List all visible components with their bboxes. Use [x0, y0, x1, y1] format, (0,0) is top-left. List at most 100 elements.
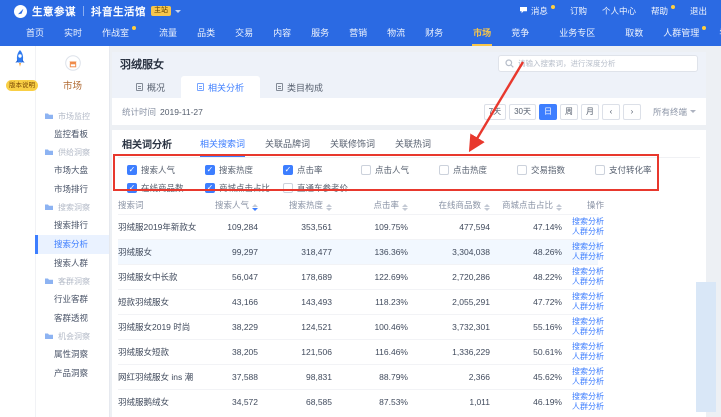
column-header-商城点击占比[interactable]: 商城点击占比: [490, 199, 562, 211]
nav-item-作战室[interactable]: 作战室: [92, 22, 139, 46]
action-link-人群分析[interactable]: 人群分析: [568, 352, 604, 362]
column-header-点击率[interactable]: 点击率: [332, 199, 408, 211]
sort-icon[interactable]: [556, 204, 562, 211]
version-badge[interactable]: 版本说明: [6, 80, 38, 91]
nav-item-营销[interactable]: 营销: [339, 22, 377, 46]
checkbox-商城点击占比[interactable]: ✓商城点击占比: [205, 182, 283, 194]
nav-item-业务专区[interactable]: 业务专区: [549, 22, 605, 46]
sidebar-item-市场大盘[interactable]: 市场大盘: [36, 161, 109, 180]
nav-item-物流[interactable]: 物流: [377, 22, 415, 46]
action-link-人群分析[interactable]: 人群分析: [568, 327, 604, 337]
action-link-人群分析[interactable]: 人群分析: [568, 227, 604, 237]
action-link-搜索分析[interactable]: 搜索分析: [568, 292, 604, 302]
checkbox-直通车参考价[interactable]: 直通车参考价: [283, 182, 361, 194]
checkbox-unchecked-icon[interactable]: [517, 165, 527, 175]
terminal-filter-dropdown[interactable]: 所有终端: [653, 106, 696, 118]
action-link-搜索分析[interactable]: 搜索分析: [568, 342, 604, 352]
action-link-人群分析[interactable]: 人群分析: [568, 252, 604, 262]
sidebar-item-搜索分析[interactable]: 搜索分析: [36, 235, 109, 254]
action-link-搜索分析[interactable]: 搜索分析: [568, 242, 604, 252]
action-link-人群分析[interactable]: 人群分析: [568, 402, 604, 412]
header-link-消息[interactable]: 消息: [519, 5, 555, 17]
nav-item-市场[interactable]: 市场: [463, 22, 501, 46]
table-row[interactable]: 羽绒服2019年新款女109,284353,561109.75%477,5944…: [118, 214, 598, 239]
table-row[interactable]: 网红羽绒服女 ins 潮37,58898,83188.79%2,36645.62…: [118, 364, 598, 389]
nav-item-流量[interactable]: 流量: [149, 22, 187, 46]
range-button-周[interactable]: 周: [560, 104, 578, 120]
column-header-在线商品数[interactable]: 在线商品数: [408, 199, 490, 211]
action-link-搜索分析[interactable]: 搜索分析: [568, 267, 604, 277]
table-row[interactable]: 羽绒服女2019 时尚38,229124,521100.46%3,732,301…: [118, 314, 598, 339]
action-link-搜索分析[interactable]: 搜索分析: [568, 317, 604, 327]
action-link-人群分析[interactable]: 人群分析: [568, 302, 604, 312]
nav-item-品类[interactable]: 品类: [187, 22, 225, 46]
nav-item-取数[interactable]: 取数: [615, 22, 653, 46]
sidebar-item-搜索排行[interactable]: 搜索排行: [36, 216, 109, 235]
checkbox-点击率[interactable]: ✓点击率: [283, 164, 361, 176]
nav-item-人群管理[interactable]: 人群管理: [653, 22, 709, 46]
checkbox-交易指数[interactable]: 交易指数: [517, 164, 595, 176]
sidebar-item-行业客群[interactable]: 行业客群: [36, 290, 109, 309]
sidebar-item-搜索人群[interactable]: 搜索人群: [36, 254, 109, 273]
table-row[interactable]: 羽绒服女99,297318,477136.36%3,304,03848.26%搜…: [118, 239, 598, 264]
checkbox-搜索热度[interactable]: ✓搜索热度: [205, 164, 283, 176]
header-link-退出[interactable]: 退出: [690, 5, 707, 17]
analysis-tab-关联修饰词[interactable]: 关联修饰词: [330, 130, 375, 157]
header-link-订购[interactable]: 订购: [570, 5, 587, 17]
checkbox-checked-icon[interactable]: ✓: [205, 183, 215, 193]
checkbox-支付转化率[interactable]: 支付转化率: [595, 164, 673, 176]
header-link-个人中心[interactable]: 个人中心: [602, 5, 636, 17]
range-button-30天[interactable]: 30天: [509, 104, 536, 120]
nav-item-学院[interactable]: 学院: [709, 22, 721, 46]
table-row[interactable]: 羽绒服女短款38,205121,506116.46%1,336,22950.61…: [118, 339, 598, 364]
sidebar-item-产品洞察[interactable]: 产品洞察: [36, 364, 109, 383]
tab-类目构成[interactable]: 类目构成: [260, 76, 339, 98]
nav-item-实时[interactable]: 实时: [54, 22, 92, 46]
nav-item-首页[interactable]: 首页: [16, 22, 54, 46]
action-link-搜索分析[interactable]: 搜索分析: [568, 217, 604, 227]
table-row[interactable]: 羽绒服女中长款56,047178,689122.69%2,720,28648.2…: [118, 264, 598, 289]
brand-caret-down-icon[interactable]: [175, 10, 181, 13]
range-button-月[interactable]: 月: [581, 104, 599, 120]
sidebar-item-监控看板[interactable]: 监控看板: [36, 125, 109, 144]
sidebar-item-属性洞察[interactable]: 属性洞察: [36, 345, 109, 364]
checkbox-unchecked-icon[interactable]: [595, 165, 605, 175]
tab-概况[interactable]: 概况: [120, 76, 181, 98]
nav-item-竞争[interactable]: 竞争: [501, 22, 539, 46]
column-header-搜索人气[interactable]: 搜索人气: [198, 199, 258, 211]
analysis-tab-关联品牌词[interactable]: 关联品牌词: [265, 130, 310, 157]
range-button-日[interactable]: 日: [539, 104, 557, 120]
range-button-7天[interactable]: 7天: [484, 104, 506, 120]
checkbox-unchecked-icon[interactable]: [361, 165, 371, 175]
checkbox-unchecked-icon[interactable]: [439, 165, 449, 175]
column-header-搜索热度[interactable]: 搜索热度: [258, 199, 332, 211]
nav-item-内容[interactable]: 内容: [263, 22, 301, 46]
header-link-帮助[interactable]: 帮助: [651, 5, 675, 17]
checkbox-点击热度[interactable]: 点击热度: [439, 164, 517, 176]
range-button-›[interactable]: ›: [623, 104, 641, 120]
right-edge-panel[interactable]: [696, 282, 716, 412]
checkbox-点击人气[interactable]: 点击人气: [361, 164, 439, 176]
checkbox-checked-icon[interactable]: ✓: [127, 183, 137, 193]
checkbox-搜索人气[interactable]: ✓搜索人气: [127, 164, 205, 176]
checkbox-checked-icon[interactable]: ✓: [283, 165, 293, 175]
action-link-人群分析[interactable]: 人群分析: [568, 377, 604, 387]
checkbox-checked-icon[interactable]: ✓: [127, 165, 137, 175]
nav-item-财务[interactable]: 财务: [415, 22, 453, 46]
analysis-tab-关联热词[interactable]: 关联热词: [395, 130, 431, 157]
tab-相关分析[interactable]: 相关分析: [181, 76, 260, 98]
table-row[interactable]: 羽绒服鹅绒女34,57268,58587.53%1,01146.19%搜索分析人…: [118, 389, 598, 414]
sidebar-item-客群透视[interactable]: 客群透视: [36, 309, 109, 328]
action-link-搜索分析[interactable]: 搜索分析: [568, 367, 604, 377]
checkbox-unchecked-icon[interactable]: [283, 183, 293, 193]
checkbox-在线商品数[interactable]: ✓在线商品数: [127, 182, 205, 194]
analysis-tab-相关搜索词[interactable]: 相关搜索词: [200, 130, 245, 157]
action-link-搜索分析[interactable]: 搜索分析: [568, 392, 604, 402]
action-link-人群分析[interactable]: 人群分析: [568, 277, 604, 287]
range-button-‹[interactable]: ‹: [602, 104, 620, 120]
table-row[interactable]: 短款羽绒服女43,166143,493118.23%2,055,29147.72…: [118, 289, 598, 314]
keyword-search-box[interactable]: [498, 55, 698, 72]
nav-item-服务[interactable]: 服务: [301, 22, 339, 46]
nav-item-交易[interactable]: 交易: [225, 22, 263, 46]
checkbox-checked-icon[interactable]: ✓: [205, 165, 215, 175]
